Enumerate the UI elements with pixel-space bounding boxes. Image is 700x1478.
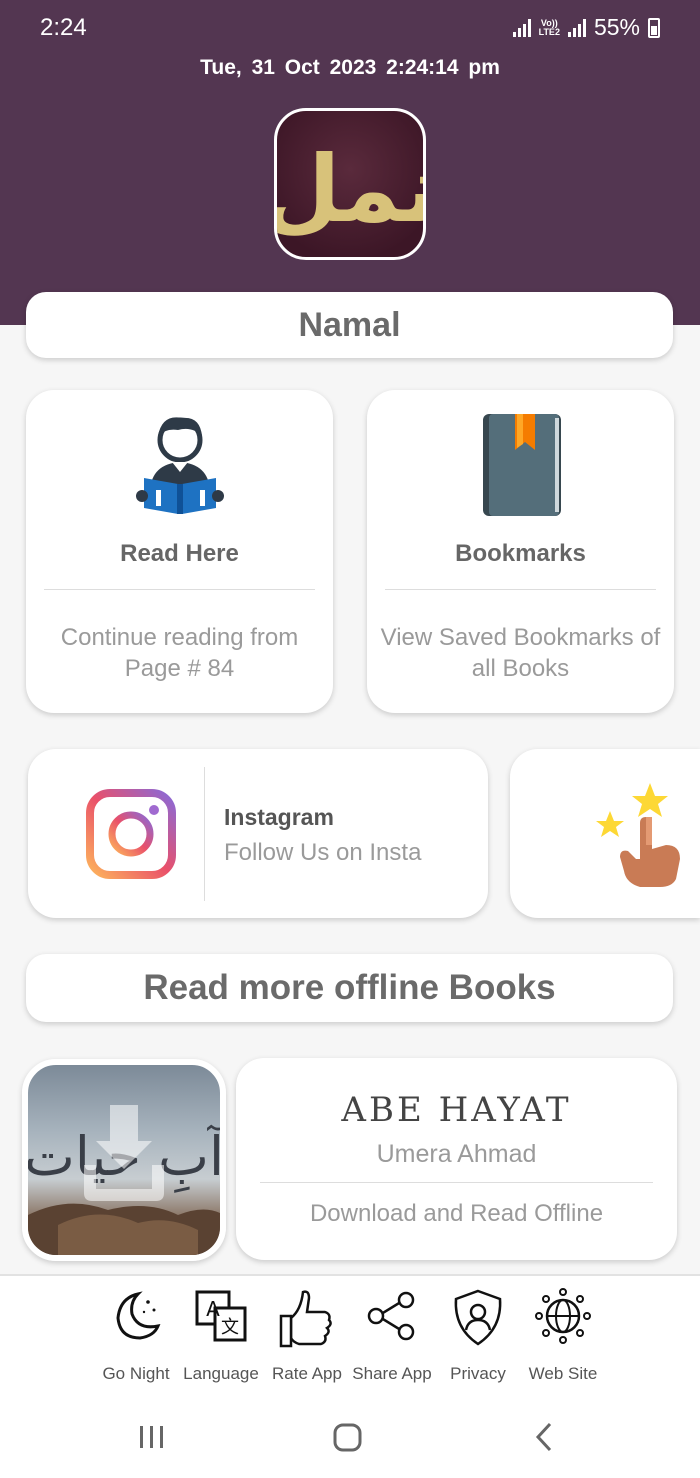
language-button[interactable]: A 文 Language [178,1288,264,1384]
divider [385,589,656,590]
rate-card[interactable] [510,749,700,918]
volte-icon: Vo)) LTE2 [538,17,560,37]
battery-percent: 55% [593,14,640,40]
star-rating-icon [596,783,680,887]
svg-text:文: 文 [221,1317,239,1338]
download-link[interactable]: Download and Read Offline [236,1200,677,1228]
translate-icon: A 文 [195,1290,247,1342]
reader-icon [26,410,333,520]
thumbs-up-icon [279,1290,332,1348]
logo-text: نمل [277,136,423,243]
shield-user-icon [454,1289,502,1346]
bookmark-book-icon [367,410,674,520]
book-info-card[interactable]: ABE HAYAT Umera Ahmad Download and Read … [236,1058,677,1260]
signal-icon-2 [567,18,586,37]
book-author: Umera Ahmad [376,1140,537,1168]
divider [44,589,315,590]
bookmarks-card[interactable]: Bookmarks View Saved Bookmarks of all Bo… [367,390,674,713]
current-datetime: Tue, 31 Oct 2023 2:24:14 pm [200,56,500,79]
battery-icon [648,17,660,38]
read-here-card[interactable]: Read Here Continue reading from Page # 8… [26,390,333,713]
app-logo: نمل [274,108,426,260]
home-icon[interactable] [332,1420,364,1454]
namal-logo-icon: نمل [277,136,423,243]
book-title: ABE HAYAT [341,1090,572,1130]
app-header: 2:24 Vo)) LTE2 55% Tue, 31 Oct 2023 2:24:… [0,0,700,325]
book-cover-art: آبِ حیات [28,1105,220,1255]
read-here-title: Read Here [120,540,239,567]
share-app-label: Share App [352,1364,432,1383]
share-app-button[interactable]: Share App [349,1288,435,1384]
share-icon [367,1291,415,1341]
system-nav-bar [0,1400,700,1478]
globe-icon [535,1288,591,1344]
moon-icon [116,1291,161,1340]
status-bar: 2:24 Vo)) LTE2 55% [40,12,660,42]
divider [260,1182,653,1183]
privacy-label: Privacy [450,1364,506,1383]
recent-apps-icon[interactable] [138,1420,166,1454]
book-cover[interactable]: آبِ حیات [22,1059,226,1261]
instagram-description: Follow Us on Insta [224,839,422,866]
instagram-icon [86,789,176,879]
status-time: 2:24 [40,14,87,41]
read-here-description: Continue reading from Page # 84 [60,624,299,682]
go-night-label: Go Night [102,1364,170,1383]
instagram-card[interactable]: Instagram Follow Us on Insta [28,749,488,918]
bookmarks-description: View Saved Bookmarks of all Books [380,624,661,682]
language-label: Language [183,1364,259,1383]
app-title: Namal [26,292,673,358]
svg-text:A: A [206,1297,220,1321]
website-button[interactable]: Web Site [520,1288,606,1384]
divider [204,767,205,901]
bookmarks-title: Bookmarks [455,540,586,567]
more-books-heading: Read more offline Books [26,954,673,1022]
privacy-button[interactable]: Privacy [435,1288,521,1384]
go-night-button[interactable]: Go Night [93,1288,179,1384]
signal-icon [512,18,531,37]
instagram-title: Instagram [224,804,334,830]
website-label: Web Site [528,1364,598,1383]
rate-app-button[interactable]: Rate App [264,1288,350,1384]
rate-app-label: Rate App [272,1364,342,1383]
back-icon[interactable] [532,1420,556,1454]
status-icons: Vo)) LTE2 55% [512,14,660,41]
